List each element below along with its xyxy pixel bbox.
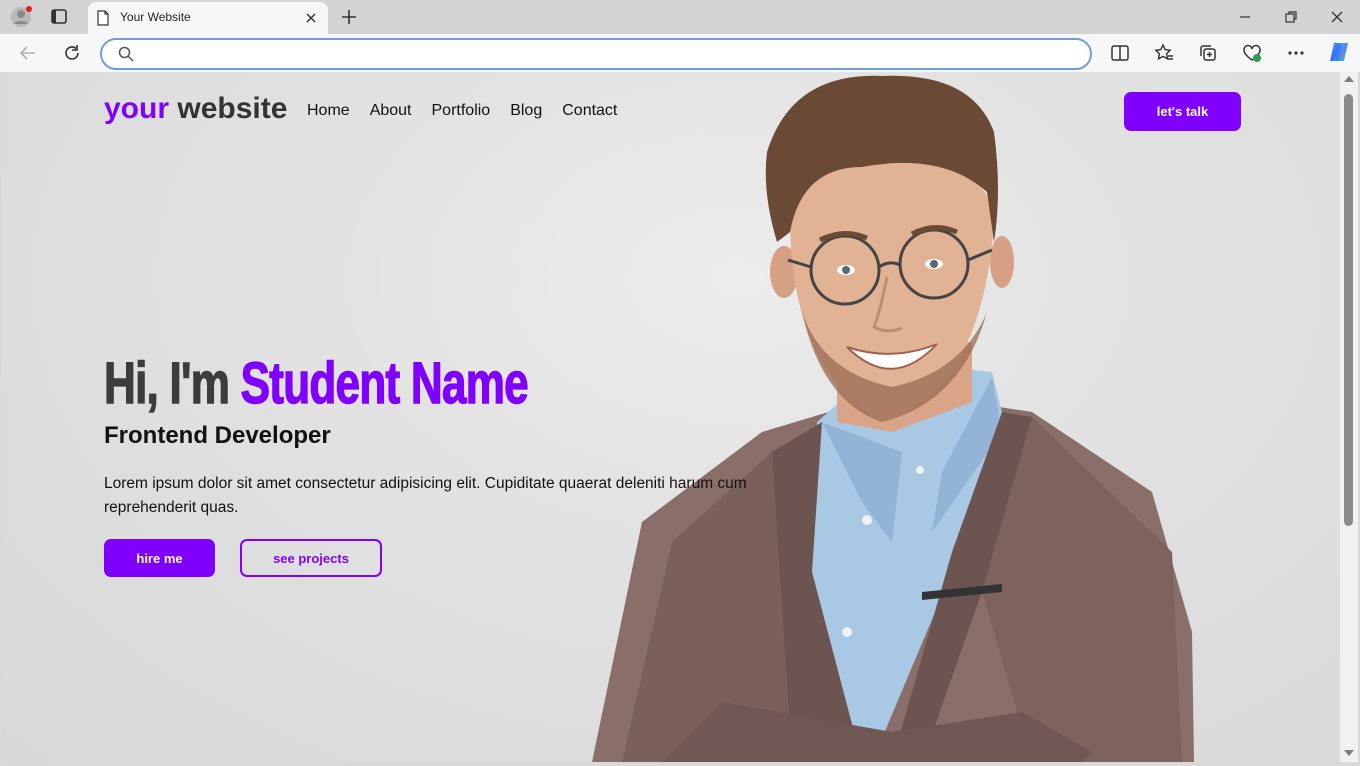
back-arrow-icon[interactable] (18, 43, 38, 63)
see-projects-button[interactable]: see projects (240, 539, 382, 577)
search-icon (117, 45, 135, 63)
page-scrollbar[interactable] (1340, 72, 1358, 762)
minimize-icon[interactable] (1236, 8, 1254, 26)
scroll-thumb[interactable] (1344, 94, 1353, 526)
close-tab-icon[interactable] (304, 11, 318, 25)
address-bar[interactable] (100, 38, 1092, 70)
hero-greeting: Hi, I'm (103, 350, 241, 416)
restore-icon[interactable] (1282, 8, 1300, 26)
logo-text: website (177, 92, 288, 125)
split-screen-icon[interactable] (1110, 43, 1130, 63)
tab-actions-icon[interactable] (50, 8, 70, 26)
nav-about[interactable]: About (370, 102, 412, 120)
nav-blog[interactable]: Blog (510, 102, 542, 120)
nav-contact[interactable]: Contact (562, 102, 617, 120)
more-options-icon[interactable] (1286, 43, 1306, 63)
hero-role: Frontend Developer (104, 422, 331, 449)
scroll-up-icon[interactable] (1344, 76, 1354, 82)
collections-icon[interactable] (1198, 43, 1218, 63)
nav-portfolio[interactable]: Portfolio (432, 102, 491, 120)
new-tab-icon[interactable] (340, 8, 358, 26)
browser-toolbar (0, 34, 1360, 72)
tab-bar: Your Website (0, 0, 1360, 34)
hero-portrait-image (592, 75, 1194, 762)
site-logo[interactable]: your website (104, 92, 287, 126)
tab-title: Your Website (120, 10, 191, 24)
favorites-icon[interactable] (1154, 43, 1174, 63)
nav-home[interactable]: Home (307, 102, 350, 120)
profile-avatar-icon[interactable] (10, 6, 32, 28)
refresh-icon[interactable] (62, 43, 82, 63)
page-viewport: your website Home About Portfolio Blog C… (2, 72, 1340, 762)
tab-active[interactable]: Your Website (88, 2, 328, 34)
hero-description: Lorem ipsum dolor sit amet consectetur a… (104, 475, 747, 516)
hero-title: Hi, I'm Student Name (103, 350, 529, 417)
copilot-icon[interactable] (1327, 40, 1351, 64)
hero-name: Student Name (240, 350, 529, 416)
logo-accent-text: your (104, 92, 170, 125)
hire-me-button[interactable]: hire me (104, 539, 215, 577)
close-window-icon[interactable] (1328, 8, 1346, 26)
page-icon (96, 10, 110, 26)
address-input[interactable] (138, 43, 1072, 65)
main-nav: Home About Portfolio Blog Contact (307, 102, 617, 120)
lets-talk-button[interactable]: let's talk (1124, 92, 1241, 131)
scroll-down-icon[interactable] (1344, 750, 1354, 756)
browser-essentials-icon[interactable] (1242, 43, 1262, 63)
